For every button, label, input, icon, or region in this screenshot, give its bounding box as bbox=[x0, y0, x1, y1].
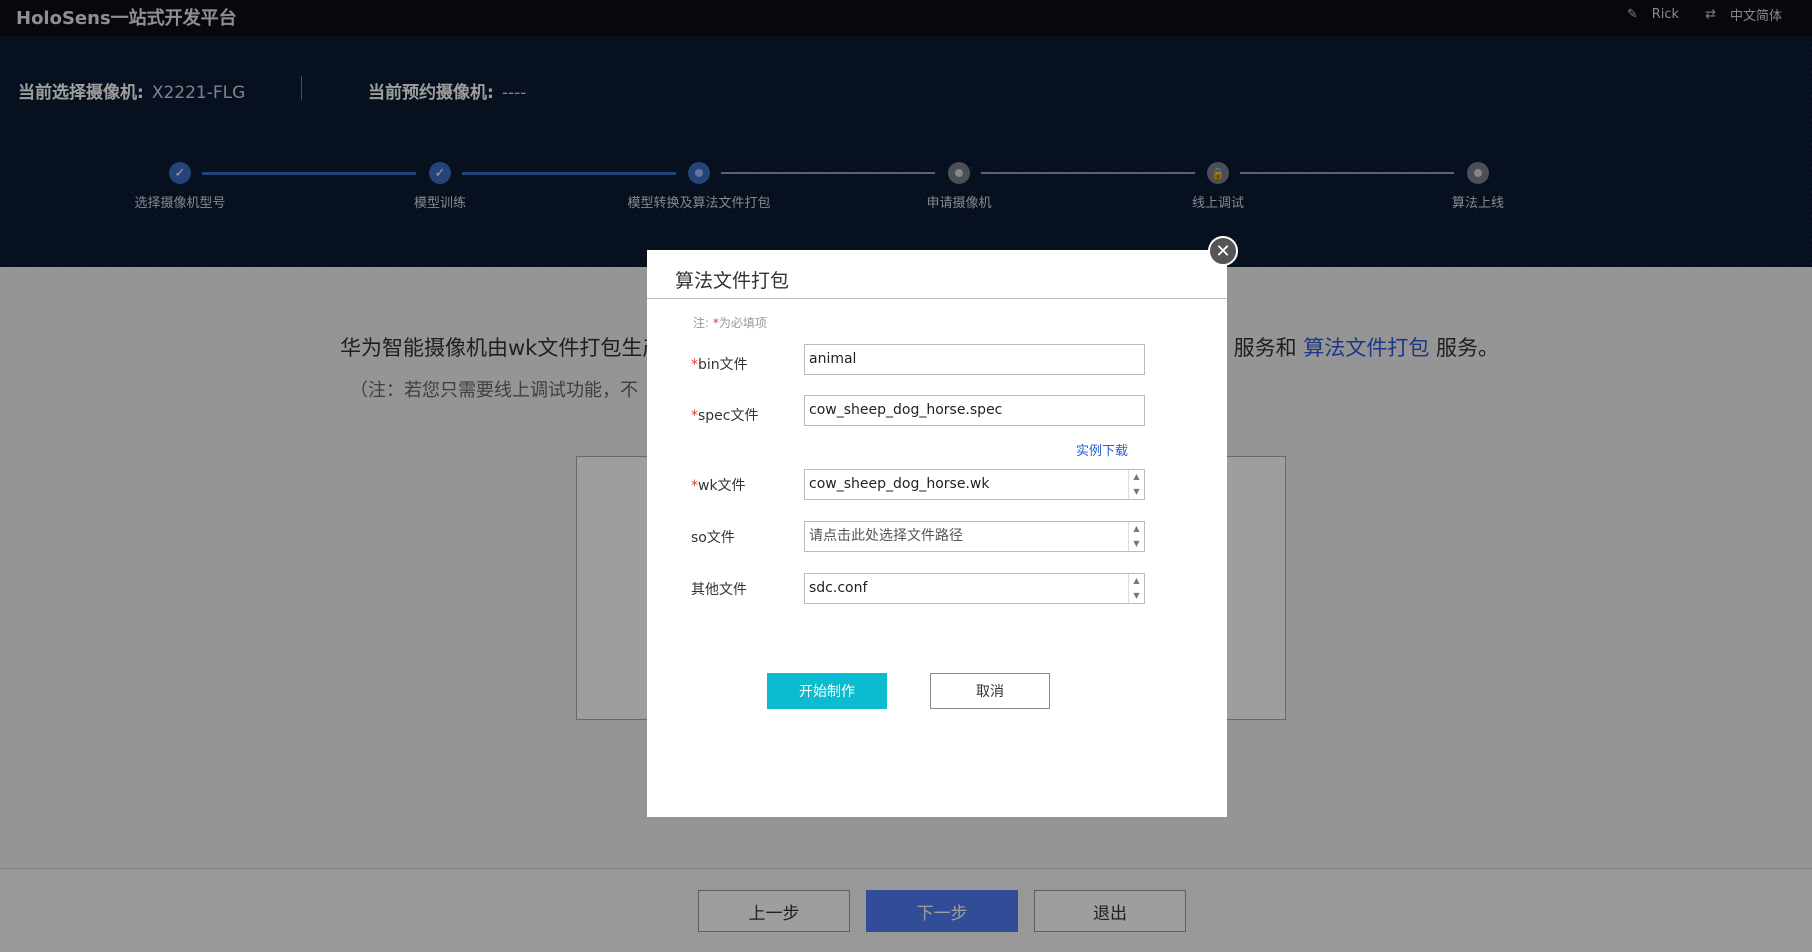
wk-file-value: cow_sheep_dog_horse.wk bbox=[809, 476, 990, 492]
required-note-prefix: 注: bbox=[693, 316, 713, 330]
required-star: * bbox=[691, 357, 698, 373]
so-file-placeholder: 请点击此处选择文件路径 bbox=[809, 528, 963, 544]
wk-file-label: *wk文件 bbox=[691, 475, 746, 495]
chevron-up-icon[interactable]: ▲ bbox=[1133, 577, 1139, 585]
close-icon[interactable]: ✕ bbox=[1208, 236, 1238, 266]
chevron-down-icon[interactable]: ▼ bbox=[1133, 539, 1139, 548]
required-note-suffix: 为必填项 bbox=[718, 316, 767, 330]
spec-label-text: spec文件 bbox=[698, 408, 759, 424]
other-files-spinner[interactable]: ▲ ▼ bbox=[1128, 574, 1144, 603]
chevron-down-icon[interactable]: ▼ bbox=[1133, 591, 1139, 600]
other-files-input[interactable]: sdc.conf ▲ ▼ bbox=[804, 573, 1145, 604]
cancel-button[interactable]: 取消 bbox=[930, 673, 1050, 709]
so-file-spinner[interactable]: ▲ ▼ bbox=[1128, 522, 1144, 551]
spec-file-label: *spec文件 bbox=[691, 405, 759, 425]
other-files-value: sdc.conf bbox=[809, 580, 868, 596]
dialog-title: 算法文件打包 bbox=[675, 270, 790, 292]
required-star: * bbox=[691, 408, 698, 424]
example-download-link[interactable]: 实例下载 bbox=[1076, 440, 1128, 459]
wk-file-input[interactable]: cow_sheep_dog_horse.wk ▲ ▼ bbox=[804, 469, 1145, 500]
chevron-down-icon[interactable]: ▼ bbox=[1133, 487, 1139, 496]
chevron-up-icon[interactable]: ▲ bbox=[1133, 473, 1139, 481]
required-star: * bbox=[691, 478, 698, 494]
start-button[interactable]: 开始制作 bbox=[767, 673, 887, 709]
wk-file-spinner[interactable]: ▲ ▼ bbox=[1128, 470, 1144, 499]
wk-label-text: wk文件 bbox=[698, 478, 746, 494]
so-file-input[interactable]: 请点击此处选择文件路径 ▲ ▼ bbox=[804, 521, 1145, 552]
spec-file-input[interactable]: cow_sheep_dog_horse.spec bbox=[804, 395, 1145, 426]
dialog-divider bbox=[647, 298, 1227, 299]
required-note: 注: *为必填项 bbox=[693, 314, 767, 331]
chevron-up-icon[interactable]: ▲ bbox=[1133, 525, 1139, 533]
bin-label-text: bin文件 bbox=[698, 357, 748, 373]
bin-file-label: *bin文件 bbox=[691, 354, 748, 374]
so-file-label: so文件 bbox=[691, 530, 735, 546]
package-dialog: 算法文件打包 注: *为必填项 *bin文件 animal *spec文件 co… bbox=[647, 250, 1227, 817]
other-files-label: 其他文件 bbox=[691, 582, 747, 598]
bin-file-input[interactable]: animal bbox=[804, 344, 1145, 375]
